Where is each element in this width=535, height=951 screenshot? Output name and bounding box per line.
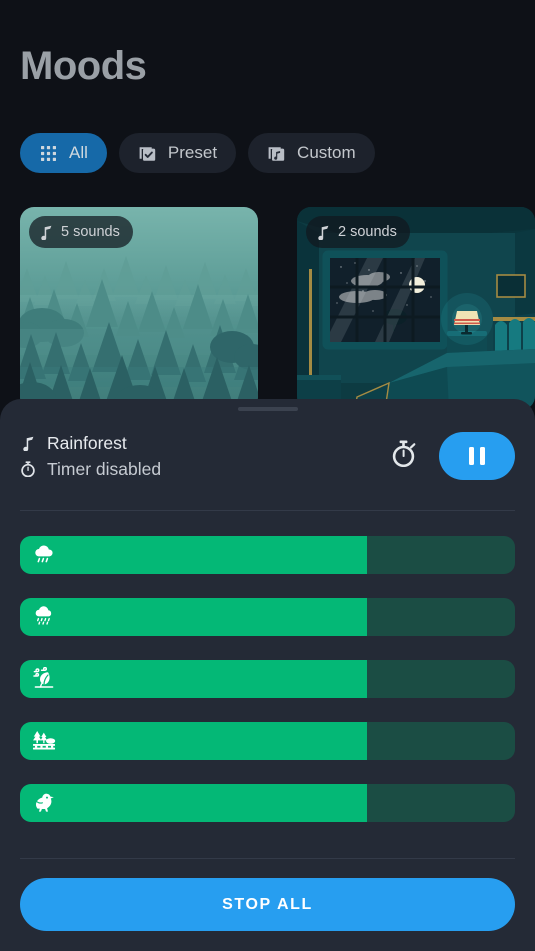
card-badge: 2 sounds [306,216,410,248]
sound-slider-wind[interactable] [20,660,515,698]
sound-slider-list [20,536,515,822]
pause-button[interactable] [439,432,515,480]
player-bottom-sheet: Rainforest Timer disabled STOP ALL [0,399,535,951]
slider-fill [20,598,367,636]
mood-card-rainforest[interactable]: 5 sounds [20,207,258,410]
now-playing-title-row: Rainforest [20,430,383,456]
sound-slider-forest-park[interactable] [20,722,515,760]
cloud-drizzle-icon [32,605,56,629]
filter-chip-all[interactable]: All [20,133,107,173]
mood-card-list: 5 sounds 2 sounds [20,207,535,410]
now-playing-info: Rainforest Timer disabled [20,430,383,482]
sound-slider-rain-heavy[interactable] [20,536,515,574]
music-note-icon [40,225,53,241]
timer-status-label: Timer disabled [47,458,162,479]
checkbox-copy-icon [138,144,157,163]
slider-fill [20,536,367,574]
filter-chip-label: All [69,143,88,162]
divider-bottom [20,858,515,859]
park-trees-icon [32,729,56,753]
timer-button[interactable] [383,436,423,476]
filter-chip-group: All Preset Custom [20,133,375,173]
card-badge-label: 5 sounds [61,224,120,240]
stopwatch-icon [20,461,36,477]
now-playing-title: Rainforest [47,432,127,453]
filter-chip-label: Preset [167,143,218,162]
divider-top [20,510,515,511]
stopwatch-icon [391,440,416,472]
slider-fill [20,784,367,822]
sound-slider-rain-light[interactable] [20,598,515,636]
music-note-icon [20,435,36,451]
slider-fill [20,722,367,760]
cloud-rain-icon [32,543,56,567]
grid-icon [39,144,58,163]
music-note-icon [317,225,330,241]
page-title: Moods [20,44,147,88]
music-library-icon [267,144,286,163]
bird-icon [32,791,56,815]
sheet-drag-handle[interactable] [237,407,298,411]
timer-status-row: Timer disabled [20,456,383,482]
now-playing-bar: Rainforest Timer disabled [20,430,515,482]
stop-all-button[interactable]: STOP ALL [20,878,515,931]
pause-icon [469,447,485,465]
app-root: Moods All Preset Custom 5 sounds 2 sound… [0,0,535,951]
filter-chip-preset[interactable]: Preset [118,133,237,173]
filter-chip-custom[interactable]: Custom [248,133,375,173]
sound-slider-birds[interactable] [20,784,515,822]
wind-storm-icon [32,667,56,691]
card-badge-label: 2 sounds [338,224,397,240]
mood-card-bedroom[interactable]: 2 sounds [297,207,535,410]
filter-chip-label: Custom [297,143,356,162]
card-badge: 5 sounds [29,216,133,248]
slider-fill [20,660,367,698]
